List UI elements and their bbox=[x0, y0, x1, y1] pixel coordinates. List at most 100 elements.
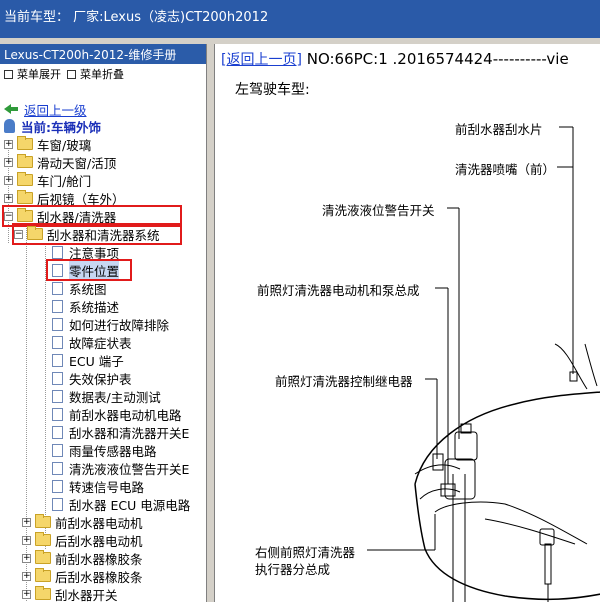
expand-menu-label: 菜单展开 bbox=[17, 68, 61, 81]
tree-item-wiper-switch-circuit[interactable]: 刮水器和清洗器开关E bbox=[52, 423, 189, 441]
document-icon bbox=[52, 371, 63, 385]
document-icon bbox=[52, 461, 63, 475]
collapse-icon bbox=[67, 69, 76, 79]
tree-item-label: 前刮水器电动机电路 bbox=[69, 407, 182, 423]
grille-line bbox=[484, 518, 576, 545]
expand-plus-icon[interactable]: + bbox=[4, 157, 13, 167]
collapse-menu-button[interactable]: 菜单折叠 bbox=[67, 66, 124, 82]
callout-washer-level-switch: 清洗液液位警告开关 bbox=[322, 203, 435, 218]
fender-outline bbox=[554, 343, 588, 390]
expand-plus-icon[interactable]: + bbox=[22, 553, 31, 563]
tree-item-wiper-washer-system[interactable]: − 刮水器和清洗器系统 bbox=[12, 223, 182, 245]
document-icon bbox=[52, 407, 63, 421]
relay-unit bbox=[432, 453, 444, 471]
tree-item-label: 刮水器和清洗器系统 bbox=[47, 227, 160, 243]
callout-washer-nozzle-front: 清洗器喷嘴（前） bbox=[455, 162, 556, 177]
tree-item-parts-location[interactable]: 零件位置 bbox=[46, 259, 132, 281]
callout-front-wiper-blade: 前刮水器刮水片 bbox=[455, 122, 543, 137]
tree-item-system-diagram[interactable]: 系统图 bbox=[52, 279, 107, 297]
document-icon bbox=[52, 353, 63, 367]
tree-item-mirrors[interactable]: + 后视镜（车外） bbox=[4, 189, 125, 207]
tree-item-label: 前刮水器电动机 bbox=[55, 515, 143, 531]
collapse-minus-icon[interactable]: − bbox=[4, 211, 13, 221]
tree-item-rear-wiper-rubber[interactable]: + 后刮水器橡胶条 bbox=[22, 567, 143, 585]
tree-item-wiper-washer[interactable]: − 刮水器/清洗器 bbox=[2, 205, 182, 227]
callout-actuator-subassembly: 执行器分总成 bbox=[255, 562, 331, 577]
tree-item-label: 刮水器/清洗器 bbox=[37, 209, 117, 225]
tree-item-label: 刮水器和清洗器开关E bbox=[69, 425, 190, 441]
tree-item-label: 系统描述 bbox=[69, 299, 120, 315]
tree-item-front-wiper-rubber[interactable]: + 前刮水器橡胶条 bbox=[22, 549, 143, 567]
collapse-menu-label: 菜单折叠 bbox=[80, 68, 124, 81]
tree-item-wiper-switch[interactable]: + 刮水器开关 bbox=[22, 585, 118, 602]
collapse-minus-icon[interactable]: − bbox=[14, 229, 23, 239]
tree-item-sunroof[interactable]: + 滑动天窗/活顶 bbox=[4, 153, 116, 171]
bumper-outline bbox=[414, 483, 600, 601]
manual-title: Lexus-CT200h-2012-维修手册 bbox=[0, 44, 206, 64]
tree-item-label: 系统图 bbox=[69, 281, 107, 297]
expand-plus-icon[interactable]: + bbox=[4, 175, 13, 185]
document-icon bbox=[52, 389, 63, 403]
callout-headlamp-washer-relay: 前照灯清洗器控制继电器 bbox=[275, 374, 413, 389]
tree-item-data-list[interactable]: 数据表/主动测试 bbox=[52, 387, 161, 405]
tree-item-label: ECU 端子 bbox=[69, 353, 124, 369]
tree-item-front-wiper-motor[interactable]: + 前刮水器电动机 bbox=[22, 513, 143, 531]
document-icon bbox=[52, 263, 63, 277]
tree-item-system-description[interactable]: 系统描述 bbox=[52, 297, 119, 315]
document-icon bbox=[52, 479, 63, 493]
tree-item-speed-signal-circuit[interactable]: 转速信号电路 bbox=[52, 477, 144, 495]
folder-icon bbox=[35, 586, 51, 600]
tree-item-fail-safe[interactable]: 失效保护表 bbox=[52, 369, 132, 387]
current-section-label: 当前:车辆外饰 bbox=[21, 119, 101, 135]
tree-item-rain-sensor-circuit[interactable]: 雨量传感器电路 bbox=[52, 441, 157, 459]
folder-icon bbox=[35, 550, 51, 564]
tree-item-label: 后视镜（车外） bbox=[37, 191, 125, 207]
tree-item-label: 后刮水器电动机 bbox=[55, 533, 143, 549]
expand-plus-icon[interactable]: + bbox=[22, 517, 31, 527]
document-icon bbox=[52, 497, 63, 511]
content-pane: [返回上一页] NO:66PC:1 .2016574424----------v… bbox=[214, 44, 600, 602]
tree-item-washer-level-switch[interactable]: 清洗液液位警告开关E bbox=[52, 459, 189, 477]
folder-icon bbox=[17, 190, 33, 204]
expand-menu-button[interactable]: 菜单展开 bbox=[4, 66, 61, 82]
tree-item-label: 故障症状表 bbox=[69, 335, 132, 351]
bumper-crease bbox=[434, 501, 588, 545]
callout-headlamp-washer-motor-pump: 前照灯清洗器电动机和泵总成 bbox=[257, 283, 420, 298]
tree-item-windows[interactable]: + 车窗/玻璃 bbox=[4, 135, 91, 153]
tree-item-doors[interactable]: + 车门/舱门 bbox=[4, 171, 91, 189]
headlamp-outline bbox=[419, 488, 461, 500]
document-icon bbox=[52, 317, 63, 331]
tree-item-label: 数据表/主动测试 bbox=[69, 389, 161, 405]
user-icon bbox=[4, 119, 15, 133]
document-icon bbox=[52, 299, 63, 313]
folder-icon bbox=[35, 568, 51, 582]
folder-icon bbox=[17, 172, 33, 186]
tree-item-troubleshooting[interactable]: 如何进行故障排除 bbox=[52, 315, 169, 333]
window-title-bar: 当前车型： 厂家:Lexus（凌志)CT200h2012 bbox=[0, 0, 600, 38]
expand-plus-icon[interactable]: + bbox=[22, 535, 31, 545]
tree-item-wiper-ecu-power[interactable]: 刮水器 ECU 电源电路 bbox=[52, 495, 190, 513]
tree-item-precautions[interactable]: 注意事项 bbox=[52, 243, 119, 261]
tree-item-front-wiper-motor-circuit[interactable]: 前刮水器电动机电路 bbox=[52, 405, 182, 423]
folder-icon bbox=[17, 154, 33, 168]
tree-item-symptom-table[interactable]: 故障症状表 bbox=[52, 333, 132, 351]
expand-plus-icon[interactable]: + bbox=[4, 139, 13, 149]
tree-guide bbox=[45, 243, 46, 549]
expand-plus-icon[interactable]: + bbox=[22, 589, 31, 599]
open-folder-icon bbox=[17, 208, 33, 222]
pump-assembly bbox=[444, 458, 476, 500]
document-icon bbox=[52, 335, 63, 349]
expand-plus-icon[interactable]: + bbox=[4, 193, 13, 203]
actuator-body bbox=[539, 528, 555, 546]
tree-item-rear-wiper-motor[interactable]: + 后刮水器电动机 bbox=[22, 531, 143, 549]
folder-icon bbox=[17, 136, 33, 150]
expand-icon bbox=[4, 69, 13, 79]
tree-item-label: 前刮水器橡胶条 bbox=[55, 551, 143, 567]
expand-plus-icon[interactable]: + bbox=[22, 571, 31, 581]
tree-item-ecu-terminals[interactable]: ECU 端子 bbox=[52, 351, 124, 369]
tree-item-label: 车门/舱门 bbox=[37, 173, 92, 189]
reservoir-tank bbox=[454, 431, 478, 461]
back-link[interactable]: 返回上一级 bbox=[4, 100, 87, 118]
navigation-pane: Lexus-CT200h-2012-维修手册 菜单展开 菜单折叠 返回上一级 当… bbox=[0, 44, 207, 602]
current-model-title: 当前车型： 厂家:Lexus（凌志)CT200h2012 bbox=[4, 10, 269, 25]
